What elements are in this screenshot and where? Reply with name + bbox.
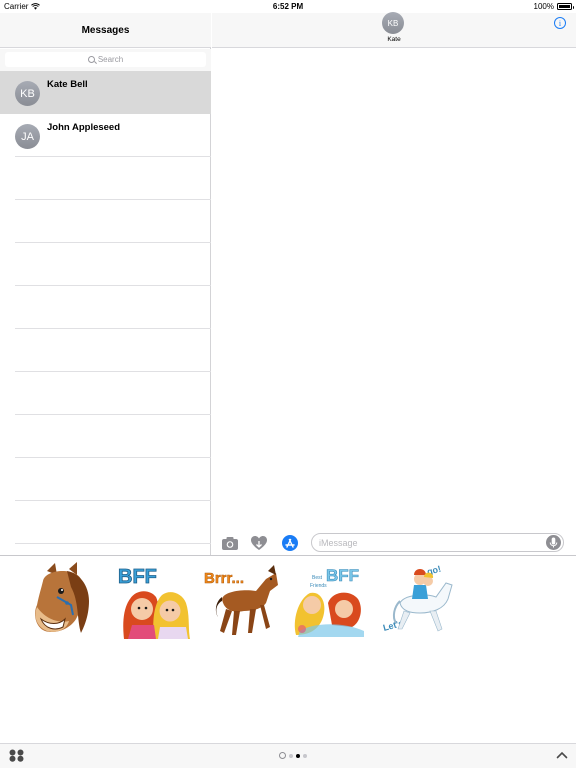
microphone-button[interactable] <box>546 535 561 550</box>
conversation-list: KB Kate Bell JA John Appleseed <box>0 71 211 544</box>
camera-icon[interactable] <box>221 535 239 551</box>
page-dot <box>289 753 293 758</box>
empty-row <box>0 415 211 458</box>
search-placeholder: Search <box>97 55 124 64</box>
digital-touch-icon[interactable] <box>250 535 268 551</box>
page-dot <box>303 753 307 758</box>
empty-row <box>0 157 211 200</box>
sticker-drawer: BFF Brrr... BFF Best Friends go! Let's <box>0 555 576 743</box>
svg-text:Best: Best <box>312 575 323 581</box>
svg-text:BFF: BFF <box>326 566 359 585</box>
info-icon: i <box>558 18 562 28</box>
status-bar: Carrier 6:52 PM 100% <box>0 0 576 13</box>
avatar: KB <box>15 81 40 106</box>
message-input-bar: iMessage <box>212 530 576 555</box>
contact-name[interactable]: Kate <box>212 36 576 43</box>
page-indicator[interactable] <box>279 752 307 759</box>
search-input[interactable]: Search <box>5 52 206 67</box>
empty-row <box>0 286 211 329</box>
search-icon <box>87 56 95 63</box>
battery-percent: 100% <box>533 2 554 11</box>
best-friends-sticker[interactable]: BFF Best Friends <box>292 561 370 639</box>
empty-row <box>0 501 211 544</box>
page-title: Messages <box>81 24 130 36</box>
info-button[interactable]: i <box>554 17 566 29</box>
avatar: JA <box>15 124 40 149</box>
app-drawer-bar <box>0 743 576 768</box>
imessage-field[interactable]: iMessage <box>311 533 564 552</box>
conversation-item-john-appleseed[interactable]: JA John Appleseed <box>0 114 211 157</box>
horse-head-sticker[interactable] <box>27 561 105 639</box>
contact-avatar[interactable]: KB <box>382 12 404 34</box>
empty-row <box>0 329 211 372</box>
imessage-placeholder: iMessage <box>319 538 358 548</box>
svg-text:Friends: Friends <box>310 583 327 589</box>
svg-text:Brrr...: Brrr... <box>204 570 244 587</box>
chevron-up-icon[interactable] <box>556 750 568 760</box>
bff-girls-sticker[interactable]: BFF <box>116 561 194 639</box>
microphone-icon <box>549 537 558 548</box>
lets-go-horse-sticker[interactable]: go! Let's <box>380 561 458 639</box>
sidebar-header: Messages <box>0 13 211 48</box>
conversation-name: Kate Bell <box>47 79 88 90</box>
conversation-name: John Appleseed <box>47 122 121 133</box>
empty-row <box>0 458 211 501</box>
recents-icon <box>279 752 286 759</box>
status-time: 6:52 PM <box>272 2 304 11</box>
conversation-header: KB Kate i <box>212 12 576 48</box>
conversation-item-kate-bell[interactable]: KB Kate Bell <box>0 71 211 114</box>
empty-row <box>0 372 211 415</box>
empty-row <box>0 200 211 243</box>
svg-text:BFF: BFF <box>118 566 157 588</box>
conversation-sidebar: Messages Search KB Kate Bell JA John App… <box>0 13 211 555</box>
app-store-icon[interactable] <box>281 535 299 551</box>
brrr-horse-sticker[interactable]: Brrr... <box>204 561 282 639</box>
empty-row <box>0 243 211 286</box>
battery-icon <box>557 3 574 10</box>
app-drawer-icon[interactable] <box>9 749 24 762</box>
page-dot-active <box>296 753 300 758</box>
